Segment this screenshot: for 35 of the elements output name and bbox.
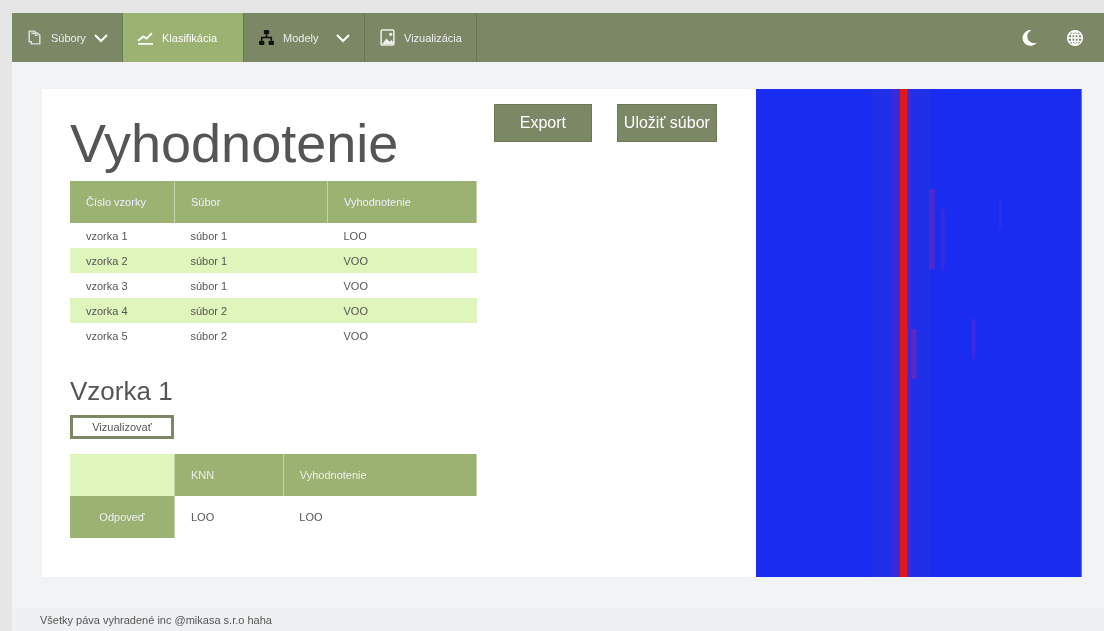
table-cell: vzorka 1 xyxy=(70,223,175,248)
page-title: Vyhodnotenie xyxy=(70,113,400,173)
nav-tab[interactable]: Klasifikácia xyxy=(123,13,244,62)
table-cell: LOO xyxy=(327,223,477,248)
row-header: Odpoveď xyxy=(70,496,175,538)
table-cell: súbor 1 xyxy=(174,273,328,298)
table-cell: VOO xyxy=(327,248,477,273)
table-cell: vzorka 2 xyxy=(70,248,175,273)
table-cell: VOO xyxy=(327,273,477,298)
column-header: KNN xyxy=(174,454,284,496)
table-cell: VOO xyxy=(327,298,477,323)
globe-icon[interactable] xyxy=(1066,28,1084,47)
footer-text: Všetky páva vyhradené inc @mikasa s.r.o haha xyxy=(40,613,272,626)
hierarchy-icon xyxy=(258,29,275,46)
table-cell: súbor 1 xyxy=(174,248,328,273)
table-cell: súbor 1 xyxy=(174,223,328,248)
visualize-button[interactable]: Vizualizovať xyxy=(70,415,174,439)
image-icon xyxy=(379,29,396,46)
table-cell: súbor 2 xyxy=(174,298,328,323)
table-cell: LOO xyxy=(174,496,284,538)
section-title: Vzorka 1 xyxy=(70,376,174,407)
table-cell: LOO xyxy=(283,496,477,538)
moon-icon[interactable] xyxy=(1020,28,1038,47)
action-button[interactable]: Export xyxy=(493,104,592,142)
table-cell: vzorka 4 xyxy=(70,298,175,323)
table-cell: vzorka 3 xyxy=(70,273,175,298)
file-icon xyxy=(26,29,43,46)
column-header: Súbor xyxy=(174,181,328,223)
table-cell: súbor 2 xyxy=(174,323,328,348)
action-button[interactable]: Uložiť súbor xyxy=(616,104,717,142)
table-cell: vzorka 5 xyxy=(70,323,175,348)
table-cell: VOO xyxy=(327,323,477,348)
column-header: Číslo vzorky xyxy=(70,181,175,223)
column-header: Vyhodnotenie xyxy=(327,181,477,223)
column-header: Vyhodnotenie xyxy=(283,454,477,496)
